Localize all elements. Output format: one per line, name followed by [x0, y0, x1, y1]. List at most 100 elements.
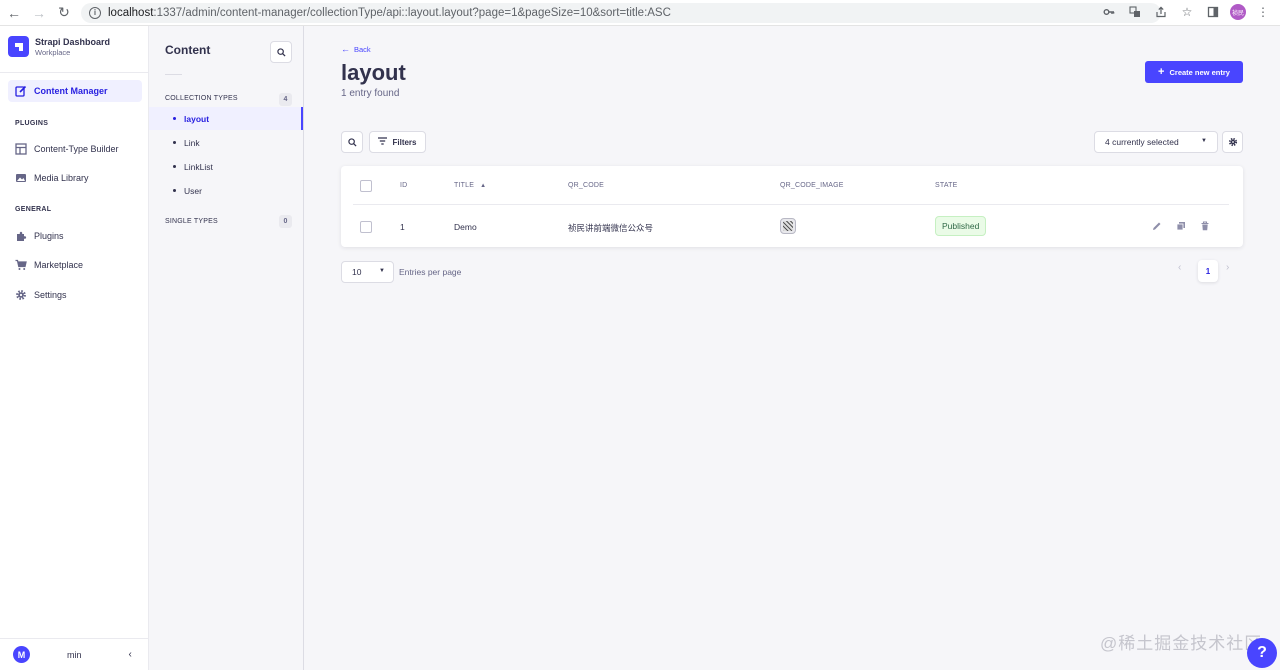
bullet-icon: [173, 165, 176, 168]
main-navigation: Strapi Dashboard Workplace Content Manag…: [0, 26, 149, 670]
collection-types-heading[interactable]: COLLECTION TYPES: [165, 95, 238, 102]
share-icon[interactable]: [1152, 3, 1170, 21]
forward-arrow-icon[interactable]: →: [28, 2, 50, 24]
filter-icon: [378, 137, 388, 147]
gear-icon: [15, 289, 27, 301]
next-page-chevron-icon[interactable]: ›: [1226, 262, 1229, 273]
search-icon: [347, 137, 357, 147]
nav-content-manager-label: Content Manager: [34, 86, 108, 96]
url-path: :1337/admin/content-manager/collectionTy…: [153, 6, 671, 19]
column-header-state[interactable]: STATE: [935, 182, 958, 189]
user-avatar[interactable]: M: [13, 646, 30, 663]
profile-avatar[interactable]: 祯民: [1230, 4, 1246, 20]
entry-count: 1 entry found: [341, 88, 400, 99]
nav-content-manager[interactable]: Content Manager: [8, 80, 142, 102]
sidepanel-icon[interactable]: [1204, 3, 1222, 21]
more-menu-icon[interactable]: ⋮: [1254, 3, 1272, 21]
key-icon[interactable]: [1100, 3, 1118, 21]
edit-pencil-icon[interactable]: [1150, 219, 1164, 233]
shopping-cart-icon: [15, 259, 27, 271]
site-info-icon[interactable]: i: [89, 6, 101, 19]
sort-ascending-icon[interactable]: ▲: [480, 183, 486, 189]
cell-id: 1: [400, 222, 405, 232]
gear-icon: [1228, 137, 1237, 147]
page-size-value: 10: [352, 267, 362, 277]
table-search-button[interactable]: [341, 131, 363, 153]
sub-nav-item-link[interactable]: Link: [149, 131, 303, 154]
entries-per-page-label: Entries per page: [399, 267, 462, 277]
single-types-heading[interactable]: SINGLE TYPES: [165, 218, 218, 225]
general-section-heading: GENERAL: [15, 206, 52, 213]
watermark: @稀土掘金技术社区: [1100, 634, 1263, 653]
back-label: Back: [354, 44, 371, 54]
layout-grid-icon: [15, 143, 27, 155]
sub-nav-item-user[interactable]: User: [149, 179, 303, 202]
filters-button[interactable]: Filters: [369, 131, 426, 153]
nav-media-library[interactable]: Media Library: [8, 167, 142, 189]
list-settings-button[interactable]: [1222, 131, 1243, 153]
search-icon: [276, 47, 286, 57]
address-bar[interactable]: i localhost:1337/admin/content-manager/c…: [81, 2, 1161, 23]
cell-title: Demo: [454, 222, 477, 232]
nav-plugins[interactable]: Plugins: [8, 225, 142, 247]
help-button[interactable]: ?: [1247, 638, 1277, 668]
caret-down-icon: ▼: [1201, 138, 1207, 144]
browser-actions: ☆ 祯民 ⋮: [1100, 3, 1272, 21]
single-types-count: 0: [279, 215, 292, 228]
pencil-note-icon: [15, 85, 27, 97]
nav-plugins-label: Plugins: [34, 231, 64, 241]
url-host: localhost: [108, 6, 154, 19]
brand-title: Strapi Dashboard: [35, 36, 111, 47]
page-number-button[interactable]: 1: [1198, 260, 1218, 282]
user-footer: M min ‹: [0, 638, 149, 670]
create-new-entry-button[interactable]: + Create new entry: [1145, 61, 1243, 83]
reload-icon[interactable]: ↻: [53, 2, 75, 24]
qr-code-thumbnail[interactable]: [780, 218, 796, 234]
previous-page-chevron-icon[interactable]: ‹: [1178, 262, 1181, 273]
sub-nav-divider: [165, 74, 182, 75]
star-icon[interactable]: ☆: [1178, 3, 1196, 21]
nav-marketplace[interactable]: Marketplace: [8, 254, 142, 276]
columns-select[interactable]: 4 currently selected ▼: [1094, 131, 1218, 153]
bullet-icon: [173, 117, 176, 120]
column-header-id[interactable]: ID: [400, 182, 407, 189]
back-link[interactable]: ← Back: [341, 44, 371, 54]
sub-nav-item-label: User: [184, 185, 202, 196]
page-size-select[interactable]: 10 ▼: [341, 261, 394, 283]
column-header-title-label: TITLE: [454, 182, 475, 189]
row-checkbox[interactable]: [360, 221, 372, 233]
columns-select-value: 4 currently selected: [1105, 137, 1179, 147]
sub-nav-title: Content: [165, 43, 211, 57]
bullet-icon: [173, 141, 176, 144]
nav-content-type-builder[interactable]: Content-Type Builder: [8, 138, 142, 160]
bullet-icon: [173, 189, 176, 192]
sub-nav-item-label: layout: [184, 113, 210, 124]
column-header-qr-code-image[interactable]: QR_CODE_IMAGE: [780, 182, 844, 189]
table-header-divider: [353, 204, 1229, 205]
select-all-checkbox[interactable]: [360, 180, 372, 192]
translate-icon[interactable]: [1126, 3, 1144, 21]
sub-nav-item-linklist[interactable]: LinkList: [149, 155, 303, 178]
trash-icon[interactable]: [1198, 219, 1212, 233]
brand-divider: [0, 72, 149, 73]
puzzle-icon: [15, 230, 27, 242]
column-header-qr-code[interactable]: QR_CODE: [568, 182, 604, 189]
column-header-title[interactable]: TITLE ▲: [454, 182, 486, 189]
sub-nav-search-button[interactable]: [270, 41, 292, 63]
cell-qr-code: 祯民讲前端微信公众号: [568, 223, 654, 233]
username[interactable]: min: [67, 650, 82, 660]
caret-down-icon: ▼: [379, 268, 385, 274]
entries-table: ID TITLE ▲ QR_CODE QR_CODE_IMAGE STATE 1 …: [341, 166, 1243, 247]
create-new-entry-label: Create new entry: [1169, 67, 1230, 77]
sub-nav-item-label: Link: [184, 137, 200, 148]
nav-media-library-label: Media Library: [34, 173, 89, 183]
collapse-chevron-icon[interactable]: ‹: [129, 649, 132, 660]
sub-nav-item-layout[interactable]: layout: [149, 107, 303, 130]
nav-settings[interactable]: Settings: [8, 284, 142, 306]
page-title: layout: [341, 60, 406, 85]
back-arrow-icon[interactable]: ←: [3, 2, 25, 24]
duplicate-icon[interactable]: [1174, 219, 1188, 233]
plus-icon: +: [1158, 66, 1165, 78]
brand: Strapi Dashboard Workplace: [8, 36, 110, 57]
strapi-logo-icon: [8, 36, 29, 57]
